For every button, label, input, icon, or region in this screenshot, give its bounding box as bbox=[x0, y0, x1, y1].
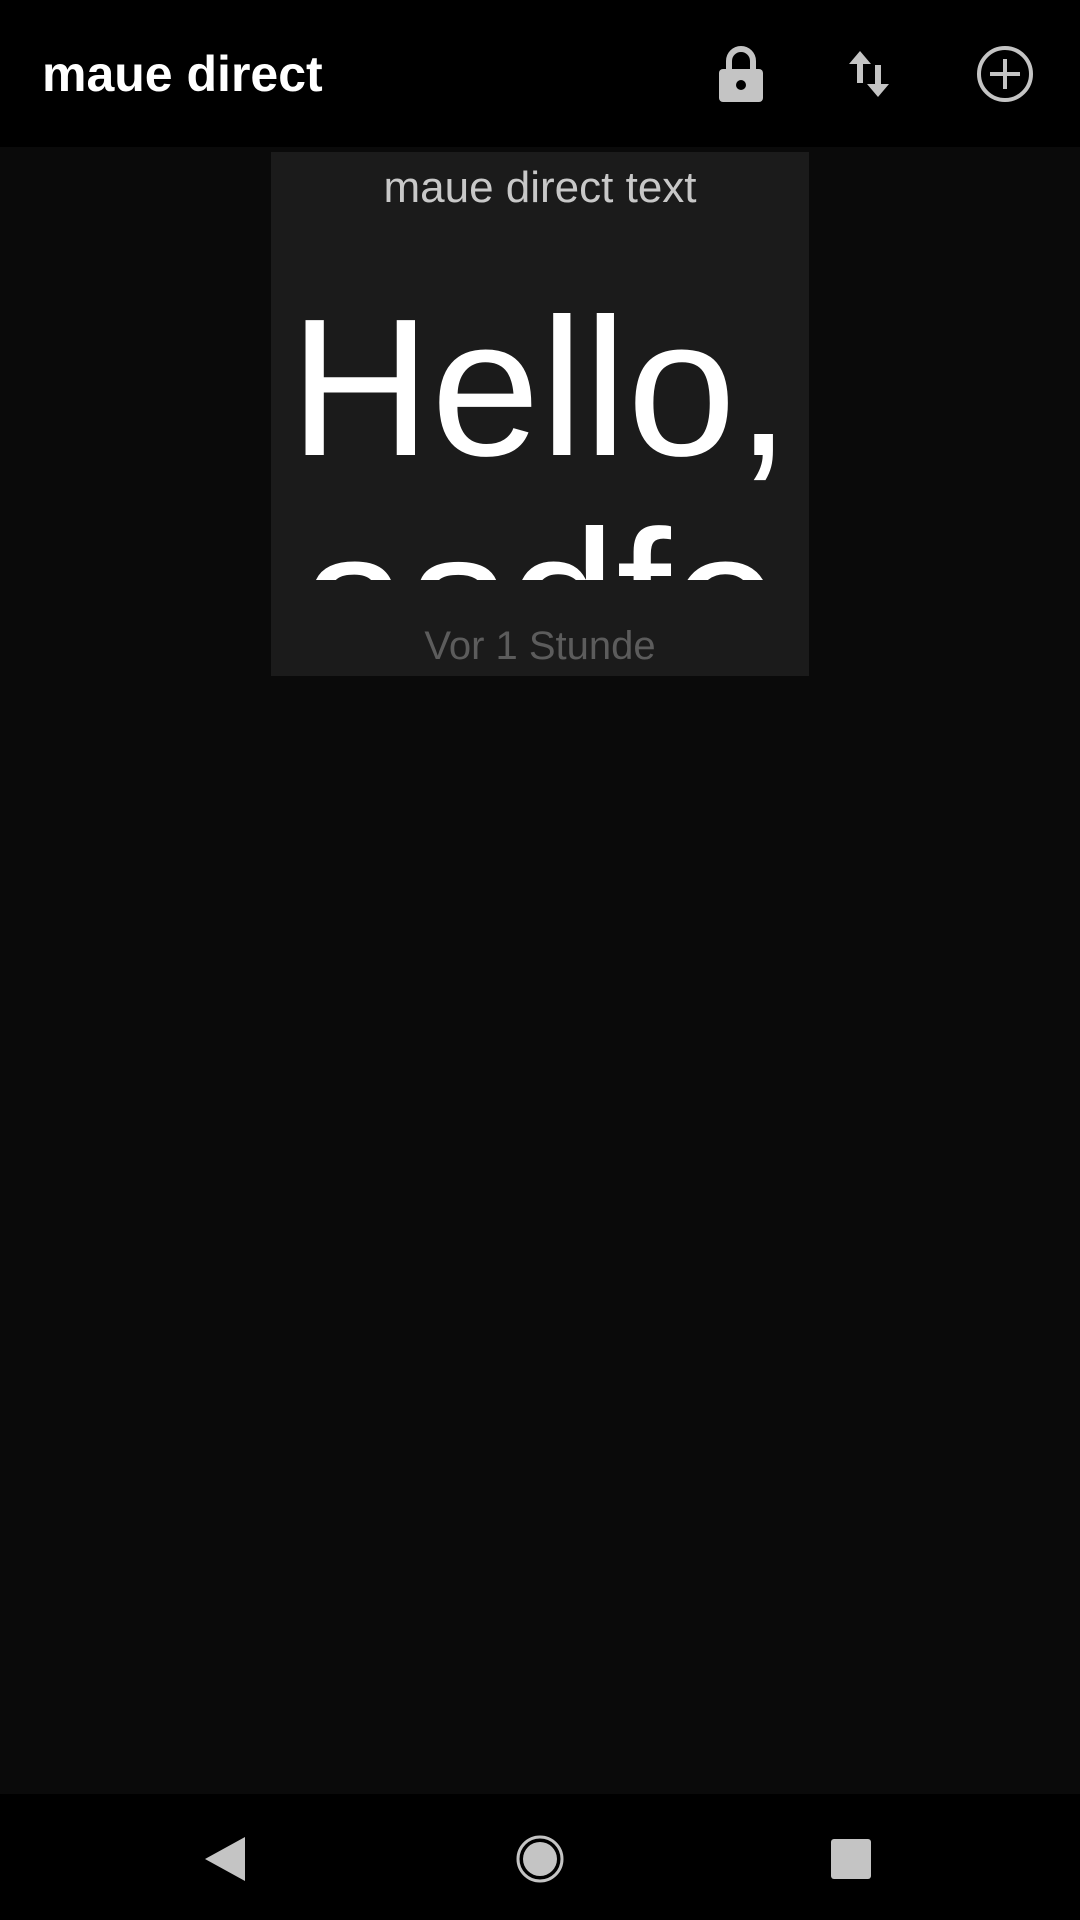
app-screen: maue direct maue direct text Hello, Vor … bbox=[0, 0, 1080, 1920]
add-button[interactable] bbox=[968, 37, 1042, 111]
system-navigation-bar bbox=[0, 1794, 1080, 1920]
lock-icon bbox=[719, 46, 763, 102]
home-icon bbox=[516, 1835, 564, 1883]
app-title: maue direct bbox=[42, 46, 323, 102]
add-circle-icon bbox=[977, 46, 1033, 102]
home-button[interactable] bbox=[495, 1814, 585, 1904]
lock-button[interactable] bbox=[704, 37, 778, 111]
note-body: Hello, asdfe bbox=[289, 278, 791, 581]
note-timestamp: Vor 1 Stunde bbox=[424, 624, 656, 668]
top-app-bar: maue direct bbox=[0, 0, 1080, 147]
back-icon bbox=[205, 1837, 245, 1881]
back-button[interactable] bbox=[180, 1814, 270, 1904]
note-body-viewport: Hello, asdfe bbox=[271, 152, 809, 581]
note-card[interactable]: maue direct text Hello, asdfe Vor 1 Stun… bbox=[271, 152, 809, 676]
sort-button[interactable] bbox=[832, 37, 906, 111]
sort-icon bbox=[849, 51, 889, 97]
recents-button[interactable] bbox=[806, 1814, 896, 1904]
recents-icon bbox=[831, 1839, 871, 1879]
